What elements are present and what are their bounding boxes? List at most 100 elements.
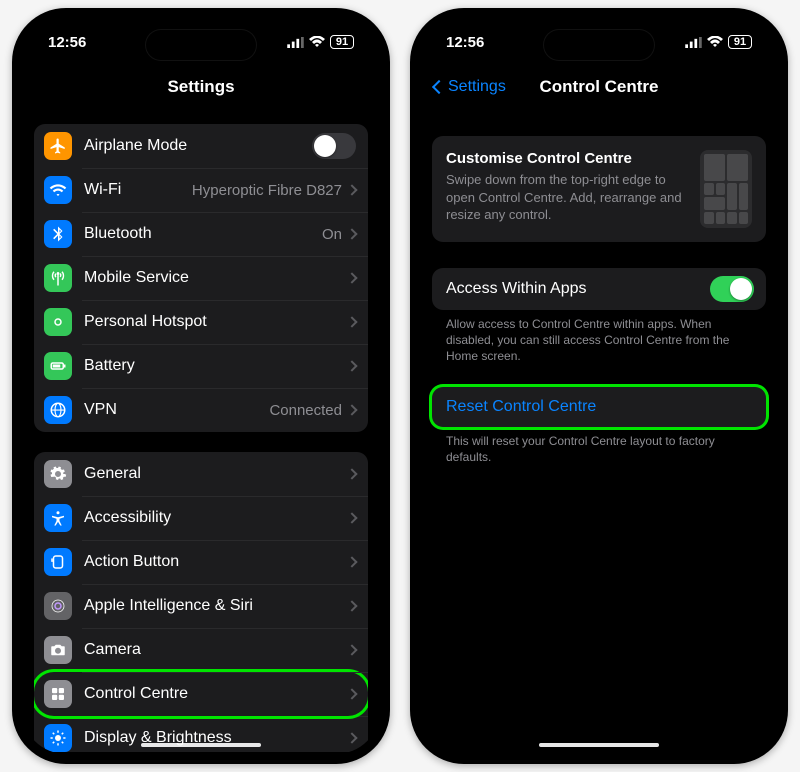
status-time: 12:56 [446, 34, 484, 51]
back-label: Settings [448, 78, 506, 96]
dynamic-island [146, 30, 256, 60]
status-time: 12:56 [48, 34, 86, 51]
battery-icon [44, 352, 72, 380]
bluetooth-icon [44, 220, 72, 248]
row-label: Accessibility [84, 509, 348, 527]
status-right: 91 [685, 35, 752, 49]
customise-card[interactable]: Customise Control Centre Swipe down from… [432, 136, 766, 242]
row-battery[interactable]: Battery [34, 344, 368, 388]
wifi-icon [44, 176, 72, 204]
dynamic-island [544, 30, 654, 60]
row-label: Battery [84, 357, 348, 375]
row-personal-hotspot[interactable]: Personal Hotspot [34, 300, 368, 344]
cellular-signal-icon [685, 37, 702, 48]
row-label: Personal Hotspot [84, 313, 348, 331]
phone-right: 12:56 91 Settings Control Centre C [410, 8, 788, 764]
chevron-right-icon [346, 732, 357, 743]
chevron-right-icon [346, 512, 357, 523]
row-value: Hyperoptic Fibre D827 [192, 182, 342, 199]
screen-right: 12:56 91 Settings Control Centre C [420, 18, 778, 754]
home-indicator[interactable] [539, 743, 659, 747]
action-button-icon [44, 548, 72, 576]
siri-icon [44, 592, 72, 620]
reset-group: Reset Control Centre [432, 387, 766, 427]
card-title: Customise Control Centre [446, 150, 688, 167]
row-label: Mobile Service [84, 269, 348, 287]
camera-icon [44, 636, 72, 664]
row-access-within-apps[interactable]: Access Within Apps [432, 268, 766, 310]
row-apple-intelligence-siri[interactable]: Apple Intelligence & Siri [34, 584, 368, 628]
row-control-centre[interactable]: Control Centre [34, 672, 368, 716]
settings-group-general: General Accessibility Action Button [34, 452, 368, 752]
chevron-right-icon [346, 316, 357, 327]
accessibility-icon [44, 504, 72, 532]
chevron-right-icon [346, 468, 357, 479]
cellular-signal-icon [287, 37, 304, 48]
row-label: Apple Intelligence & Siri [84, 597, 348, 615]
row-action-button[interactable]: Action Button [34, 540, 368, 584]
chevron-left-icon [432, 80, 446, 94]
row-wifi[interactable]: Wi-Fi Hyperoptic Fibre D827 [34, 168, 368, 212]
page-title: Control Centre [540, 77, 659, 97]
back-button[interactable]: Settings [434, 78, 506, 96]
status-right: 91 [287, 35, 354, 49]
row-label: Bluetooth [84, 225, 322, 243]
control-centre-icon [44, 680, 72, 708]
row-label: Airplane Mode [84, 137, 312, 155]
battery-status-icon: 91 [728, 35, 752, 49]
row-mobile-service[interactable]: Mobile Service [34, 256, 368, 300]
card-text: Customise Control Centre Swipe down from… [446, 150, 688, 228]
wifi-status-icon [707, 36, 723, 48]
nav-header-left: Settings [22, 66, 380, 108]
nav-header-right: Settings Control Centre [420, 66, 778, 108]
reset-footer-note: This will reset your Control Centre layo… [432, 427, 766, 465]
chevron-right-icon [346, 360, 357, 371]
access-switch[interactable] [710, 276, 754, 302]
chevron-right-icon [346, 556, 357, 567]
card-body: Swipe down from the top-right edge to op… [446, 171, 688, 224]
hotspot-icon [44, 308, 72, 336]
row-vpn[interactable]: VPN Connected [34, 388, 368, 432]
phone-left: 12:56 91 Settings Airpl [12, 8, 390, 764]
vpn-icon [44, 396, 72, 424]
row-general[interactable]: General [34, 452, 368, 496]
row-bluetooth[interactable]: Bluetooth On [34, 212, 368, 256]
chevron-right-icon [346, 184, 357, 195]
screen-left: 12:56 91 Settings Airpl [22, 18, 380, 754]
row-label: Access Within Apps [446, 280, 710, 298]
airplane-icon [44, 132, 72, 160]
row-value: On [322, 226, 342, 243]
access-group: Access Within Apps [432, 268, 766, 310]
battery-status-icon: 91 [330, 35, 354, 49]
airplane-switch[interactable] [312, 133, 356, 159]
brightness-icon [44, 724, 72, 752]
access-footer-note: Allow access to Control Centre within ap… [432, 310, 766, 365]
row-label: Action Button [84, 553, 348, 571]
row-value: Connected [269, 402, 342, 419]
reset-label: Reset Control Centre [446, 398, 754, 416]
antenna-icon [44, 264, 72, 292]
control-centre-preview-icon [700, 150, 752, 228]
row-label: VPN [84, 401, 269, 419]
row-label: Wi-Fi [84, 181, 192, 199]
home-indicator[interactable] [141, 743, 261, 747]
chevron-right-icon [346, 404, 357, 415]
chevron-right-icon [346, 644, 357, 655]
chevron-right-icon [346, 228, 357, 239]
chevron-right-icon [346, 688, 357, 699]
wifi-status-icon [309, 36, 325, 48]
control-centre-content[interactable]: Customise Control Centre Swipe down from… [420, 108, 778, 752]
gear-icon [44, 460, 72, 488]
chevron-right-icon [346, 272, 357, 283]
row-accessibility[interactable]: Accessibility [34, 496, 368, 540]
row-reset-control-centre[interactable]: Reset Control Centre [432, 387, 766, 427]
row-camera[interactable]: Camera [34, 628, 368, 672]
row-label: General [84, 465, 348, 483]
settings-group-connectivity: Airplane Mode Wi-Fi Hyperoptic Fibre D82… [34, 124, 368, 432]
row-label: Control Centre [84, 685, 348, 703]
chevron-right-icon [346, 600, 357, 611]
row-airplane-mode[interactable]: Airplane Mode [34, 124, 368, 168]
page-title: Settings [167, 77, 234, 97]
row-label: Camera [84, 641, 348, 659]
settings-content[interactable]: Airplane Mode Wi-Fi Hyperoptic Fibre D82… [22, 108, 380, 752]
